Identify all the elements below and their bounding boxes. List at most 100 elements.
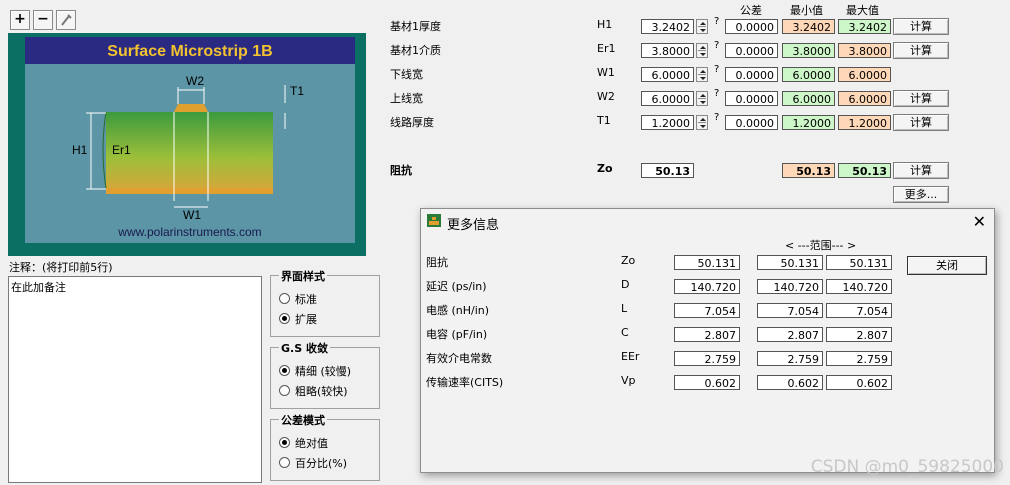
tolerance-help-icon: ? — [714, 40, 720, 51]
impedance-symbol: Zo — [597, 162, 613, 175]
stackup-diagram: Surface Microstrip 1B W2 T1 H1 Er1 W1 ww… — [8, 33, 366, 256]
info-max: 140.720 — [826, 279, 892, 294]
info-min: 50.131 — [757, 255, 823, 270]
impedance-min-field: 50.13 — [782, 163, 835, 178]
t1-tolerance-input[interactable]: 0.0000 — [725, 115, 778, 130]
convergence-coarse-radio[interactable]: 粗略(较快) — [279, 383, 348, 399]
convergence-fine-radio[interactable]: 精细 (较慢) — [279, 363, 351, 379]
h1-tolerance-input[interactable]: 0.0000 — [725, 19, 778, 34]
param-label: 下线宽 — [390, 68, 423, 81]
zoom-out-button[interactable]: − — [33, 10, 53, 30]
w2-value-input[interactable]: 6.0000 — [641, 91, 694, 106]
dialog-title: 更多信息 — [447, 218, 500, 233]
t1-min-field: 1.2000 — [782, 115, 835, 130]
t1-spinner[interactable] — [696, 115, 708, 130]
w1-min-field: 6.0000 — [782, 67, 835, 82]
h1-spinner[interactable] — [696, 19, 708, 34]
tolerance-help-icon: ? — [714, 88, 720, 99]
er1-spinner[interactable] — [696, 43, 708, 58]
tolerance-help-icon: ? — [714, 16, 720, 27]
info-symbol: EEr — [621, 350, 640, 363]
w1-tolerance-input[interactable]: 0.0000 — [725, 67, 778, 82]
info-value: 140.720 — [674, 279, 740, 294]
param-label: 上线宽 — [390, 92, 423, 105]
ui-style-standard-radio[interactable]: 标准 — [279, 291, 317, 307]
t1-calc-button[interactable]: 计算 — [893, 114, 949, 131]
w1-value-input[interactable]: 6.0000 — [641, 67, 694, 82]
convergence-group: G.S 收敛 精细 (较慢) 粗略(较快) — [270, 340, 380, 409]
eyedropper-button[interactable] — [56, 10, 76, 30]
w2-tolerance-input[interactable]: 0.0000 — [725, 91, 778, 106]
diagram-title: Surface Microstrip 1B — [107, 43, 272, 60]
info-max: 50.131 — [826, 255, 892, 270]
info-symbol: D — [621, 278, 630, 291]
h1-value-input[interactable]: 3.2402 — [641, 19, 694, 34]
diagram-canvas: Surface Microstrip 1B W2 T1 H1 Er1 W1 ww… — [25, 37, 355, 243]
param-label: 基材1厚度 — [390, 20, 441, 33]
h1-calc-button[interactable]: 计算 — [893, 18, 949, 35]
dialog-close-button[interactable]: 关闭 — [907, 256, 987, 275]
er1-tolerance-input[interactable]: 0.0000 — [725, 43, 778, 58]
radio-checked-icon — [279, 313, 290, 324]
more-button[interactable]: 更多... — [893, 186, 949, 203]
info-min: 7.054 — [757, 303, 823, 318]
more-info-dialog: 更多信息 ✕ < ---范围--- > 关闭 阻抗 Zo 50.131 50.1… — [420, 208, 995, 473]
w1-label: W1 — [183, 208, 201, 222]
radio-label: 扩展 — [295, 313, 317, 326]
t1-value-input[interactable]: 1.2000 — [641, 115, 694, 130]
w2-max-field: 6.0000 — [838, 91, 891, 106]
er1-calc-button[interactable]: 计算 — [893, 42, 949, 59]
info-max: 2.807 — [826, 327, 892, 342]
param-symbol: T1 — [597, 114, 611, 127]
radio-label: 标准 — [295, 293, 317, 306]
param-symbol: H1 — [597, 18, 613, 31]
close-icon[interactable]: ✕ — [973, 212, 986, 231]
info-symbol: L — [621, 302, 628, 315]
er1-value-input[interactable]: 3.8000 — [641, 43, 694, 58]
w2-min-field: 6.0000 — [782, 91, 835, 106]
impedance-value-field[interactable]: 50.13 — [641, 163, 694, 178]
info-value: 0.602 — [674, 375, 740, 390]
w2-label: W2 — [186, 74, 204, 88]
radio-label: 百分比(%) — [295, 457, 348, 470]
impedance-label: 阻抗 — [390, 164, 412, 177]
radio-label: 绝对值 — [295, 437, 328, 450]
max-column-header: 最大值 — [846, 4, 879, 17]
h1-min-field: 3.2402 — [782, 19, 835, 34]
info-min: 140.720 — [757, 279, 823, 294]
tolerance-mode-group: 公差模式 绝对值 百分比(%) — [270, 412, 380, 481]
info-max: 2.759 — [826, 351, 892, 366]
ui-style-title: 界面样式 — [279, 268, 327, 284]
min-column-header: 最小值 — [790, 4, 823, 17]
watermark: CSDN @m0_59825000 — [810, 457, 1004, 477]
info-label: 电容 (pF/in) — [426, 328, 488, 341]
notes-label: 注释：(将打印前5行) — [9, 261, 113, 274]
t1-max-field: 1.2000 — [838, 115, 891, 130]
info-label: 延迟 (ps/in) — [426, 280, 487, 293]
impedance-calc-button[interactable]: 计算 — [893, 162, 949, 179]
w2-spinner[interactable] — [696, 91, 708, 106]
er1-max-field: 3.8000 — [838, 43, 891, 58]
radio-icon — [279, 293, 290, 304]
website-url: www.polarinstruments.com — [117, 225, 261, 239]
param-symbol: W1 — [597, 66, 615, 79]
radio-label: 精细 (较慢) — [295, 365, 352, 378]
zoom-in-button[interactable]: + — [10, 10, 30, 30]
w2-calc-button[interactable]: 计算 — [893, 90, 949, 107]
tolerance-percent-radio[interactable]: 百分比(%) — [279, 455, 347, 471]
notes-textarea[interactable]: 在此加备注 — [8, 276, 262, 483]
t1-label: T1 — [290, 84, 304, 98]
eyedropper-icon — [61, 14, 72, 26]
info-max: 0.602 — [826, 375, 892, 390]
info-value: 2.759 — [674, 351, 740, 366]
notes-text: 在此加备注 — [11, 281, 66, 294]
tolerance-absolute-radio[interactable]: 绝对值 — [279, 435, 328, 451]
tolerance-help-icon: ? — [714, 112, 720, 123]
info-label: 有效介电常数 — [426, 352, 492, 365]
info-min: 0.602 — [757, 375, 823, 390]
ui-style-extended-radio[interactable]: 扩展 — [279, 311, 317, 327]
info-max: 7.054 — [826, 303, 892, 318]
info-min: 2.759 — [757, 351, 823, 366]
w1-spinner[interactable] — [696, 67, 708, 82]
er1-label: Er1 — [112, 143, 131, 157]
